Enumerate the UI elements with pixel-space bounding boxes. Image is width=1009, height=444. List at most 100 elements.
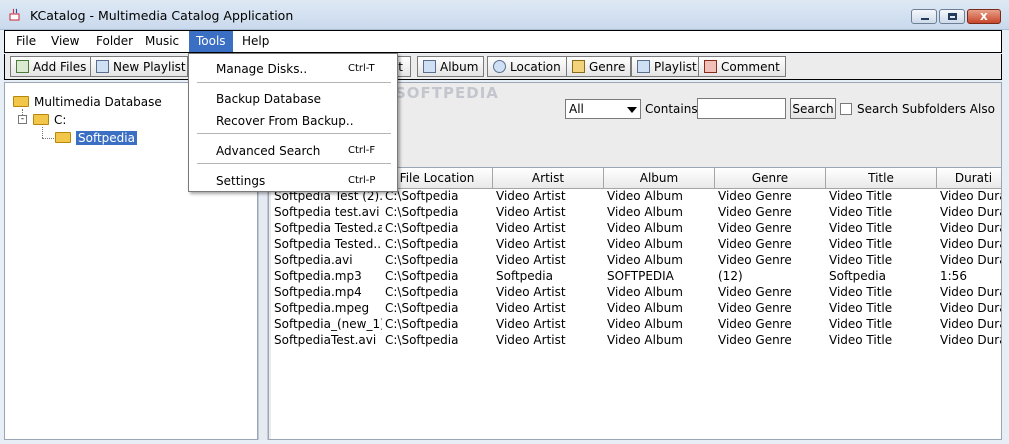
table-row[interactable]: Softpedia.mp4 C:\Softpedia Video Artist Vid… (271, 285, 1001, 301)
table-row[interactable]: Softpedia.avi C:\Softpedia Video Artist Vid… (271, 253, 1001, 269)
cell-name: Softpedia test.avi (274, 205, 380, 219)
table-row[interactable]: Softpedia.mp3 C:\Softpedia Softpedia SOFTPE… (271, 269, 1001, 285)
java-app-icon (9, 8, 20, 21)
menu-help[interactable]: Help (242, 34, 269, 48)
menu-item-label: Settings (216, 174, 266, 188)
cell-name: Softpedia Tested.avi (274, 221, 382, 235)
cell-title: Video Title (829, 189, 893, 203)
cell-name: Softpedia.mp3 (274, 269, 362, 283)
menu-item-label: Manage Disks.. (216, 62, 308, 76)
menu-item-settings[interactable]: Settings Ctrl-P (190, 169, 396, 191)
menu-file[interactable]: File (16, 34, 36, 48)
menu-item-shortcut: Ctrl-P (348, 175, 376, 186)
genre-button[interactable]: Genre (566, 56, 632, 77)
cell-artist: Video Artist (496, 333, 566, 347)
cell-file-location: C:\Softpedia (385, 205, 459, 219)
column-header-artist[interactable]: Artist (493, 168, 604, 189)
tree-node-root[interactable]: Multimedia Database (13, 95, 162, 109)
menu-view[interactable]: View (51, 34, 79, 48)
menu-folder[interactable]: Folder (96, 34, 133, 48)
location-label: Location (510, 60, 561, 74)
title-bar: KCatalog - Multimedia Catalog Applicatio… (0, 0, 1009, 30)
album-label: Album (440, 60, 479, 74)
table-row[interactable]: Softpedia.mpeg C:\Softpedia Video Artist Vi… (271, 301, 1001, 317)
cell-album: Video Album (607, 189, 683, 203)
cell-name: SoftpediaTest.avi (274, 333, 377, 347)
column-header-duration[interactable]: Durati (937, 168, 1001, 189)
table-row[interactable]: Softpedia Tested.aviC:\Softpedia Video Ar… (271, 221, 1001, 237)
maximize-icon (948, 13, 957, 20)
tree-node-softpedia[interactable]: Softpedia (55, 131, 137, 145)
cell-title: Video Title (829, 205, 893, 219)
window-title: KCatalog - Multimedia Catalog Applicatio… (30, 8, 294, 23)
toolbar: Add Files New Playlist st Album Location… (4, 54, 1002, 80)
cell-duration: Video Durat (940, 205, 1001, 219)
table-row[interactable]: SoftpediaTest.avi C:\Softpedia Video Artis… (271, 333, 1001, 349)
table-row[interactable]: Softpedia Tested.... C:\Softpedia Video Ar… (271, 237, 1001, 253)
cell-genre: Video Genre (718, 189, 792, 203)
cell-album: Video Album (607, 237, 683, 251)
new-playlist-button[interactable]: New Playlist (90, 56, 192, 77)
table-row[interactable]: Softpedia test.avi C:\Softpedia Video Arti… (271, 205, 1001, 221)
column-header-album[interactable]: Album (604, 168, 715, 189)
tree-connector (42, 127, 43, 138)
menu-item-manage-disks[interactable]: Manage Disks.. Ctrl-T (190, 57, 396, 79)
maximize-button[interactable] (939, 9, 965, 24)
location-icon (493, 60, 506, 73)
collapse-icon[interactable]: - (18, 115, 27, 124)
menu-item-shortcut: Ctrl-F (348, 145, 376, 156)
cell-title: Video Title (829, 237, 893, 251)
folder-open-icon (55, 132, 71, 143)
menu-separator (197, 163, 391, 164)
close-icon: x (980, 9, 988, 23)
playlist-button[interactable]: Playlist (631, 56, 703, 77)
cell-file-location: C:\Softpedia (385, 269, 459, 283)
watermark: SOFTPEDIA (395, 84, 499, 102)
cell-file-location: C:\Softpedia (385, 253, 459, 267)
comment-button[interactable]: Comment (698, 56, 786, 77)
close-button[interactable]: x (967, 9, 1001, 24)
cell-duration: Video Durat (940, 189, 1001, 203)
add-files-button[interactable]: Add Files (10, 56, 93, 77)
cell-file-location: C:\Softpedia (385, 285, 459, 299)
cell-album: Video Album (607, 333, 683, 347)
cell-album: Video Album (607, 301, 683, 315)
album-button[interactable]: Album (417, 56, 485, 77)
search-subfolders-checkbox[interactable] (840, 103, 852, 115)
search-button[interactable]: Search (790, 98, 836, 119)
cell-duration: Video Durat (940, 285, 1001, 299)
cell-title: Video Title (829, 333, 893, 347)
cell-title: Video Title (829, 221, 893, 235)
menu-tools[interactable]: Tools (189, 31, 233, 52)
cell-name: Softpedia_(new_1).... (274, 317, 382, 331)
search-input[interactable] (697, 98, 786, 119)
menu-item-shortcut: Ctrl-T (348, 63, 375, 74)
column-header-title[interactable]: Title (826, 168, 937, 189)
cell-genre: Video Genre (718, 205, 792, 219)
add-files-label: Add Files (33, 60, 87, 74)
menu-item-backup-database[interactable]: Backup Database (190, 87, 396, 109)
cell-title: Video Title (829, 317, 893, 331)
column-header-file-location[interactable]: File Location (382, 168, 493, 189)
tree-node-drive[interactable]: C: (33, 113, 66, 127)
menu-item-recover-backup[interactable]: Recover From Backup.. (190, 109, 396, 131)
chevron-down-icon (627, 107, 637, 113)
cell-genre: Video Genre (718, 333, 792, 347)
location-button[interactable]: Location (487, 56, 567, 77)
filter-select[interactable]: All (565, 99, 641, 119)
column-header-genre[interactable]: Genre (715, 168, 826, 189)
tree-root-label: Multimedia Database (34, 95, 162, 109)
minimize-button[interactable] (911, 9, 937, 24)
cell-album: Video Album (607, 205, 683, 219)
table-row[interactable]: Softpedia_(new_1)....C:\Softpedia Video A… (271, 317, 1001, 333)
tree-drive-label: C: (54, 113, 67, 127)
cell-genre: Video Genre (718, 317, 792, 331)
menu-bar: File View Folder Music Tools Help (4, 30, 1002, 53)
minimize-icon (921, 18, 929, 20)
playlist-icon (637, 60, 650, 73)
filter-value: All (569, 102, 584, 116)
cell-genre: Video Genre (718, 237, 792, 251)
menu-music[interactable]: Music (145, 34, 179, 48)
menu-item-advanced-search[interactable]: Advanced Search Ctrl-F (190, 139, 396, 161)
cell-genre: Video Genre (718, 301, 792, 315)
